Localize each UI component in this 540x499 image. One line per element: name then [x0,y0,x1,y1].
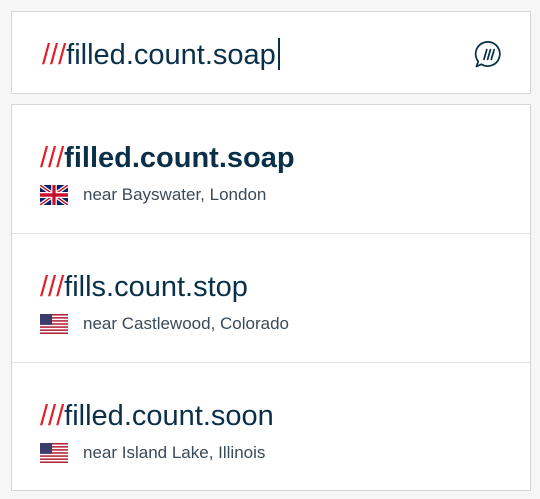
suggestion-address: ///filled.count.soap [40,141,295,175]
suggestion-words: filled.count.soap [64,142,295,174]
us-flag-icon [40,443,68,463]
what3words-voice-icon[interactable] [473,39,504,70]
suggestion-near-text: near Bayswater, London [83,185,267,204]
suggestion-slashes: /// [40,400,65,432]
suggestion-item[interactable]: ///fills.count.stop near Castlewood, Col… [12,234,530,363]
suggestion-item[interactable]: ///filled.count.soap near Bayswater, Lon… [12,105,530,234]
suggestion-location: near Bayswater, London [40,184,266,206]
text-caret [277,38,280,70]
suggestion-near-text: near Island Lake, Illinois [83,443,266,462]
suggestion-near-text: near Castlewood, Colorado [83,314,290,333]
search-box[interactable]: ///filled.count.soap [11,11,531,94]
suggestion-list: ///filled.count.soap near Bayswater, Lon… [11,104,531,491]
uk-flag-icon [40,185,68,205]
suggestion-address: ///filled.count.soon [40,399,274,433]
suggestion-location: near Island Lake, Illinois [40,442,265,464]
search-input[interactable]: ///filled.count.soap [42,38,280,72]
suggestion-location: near Castlewood, Colorado [40,313,289,335]
suggestion-item[interactable]: ///filled.count.soon near Island Lake, I… [12,363,530,492]
suggestion-slashes: /// [40,271,65,303]
search-value: filled.count.soap [66,39,276,71]
search-slashes: /// [42,39,67,71]
suggestion-words: fills.count.stop [64,271,248,303]
suggestion-slashes: /// [40,142,65,174]
suggestion-address: ///fills.count.stop [40,270,248,304]
us-flag-icon [40,314,68,334]
suggestion-words: filled.count.soon [64,400,274,432]
